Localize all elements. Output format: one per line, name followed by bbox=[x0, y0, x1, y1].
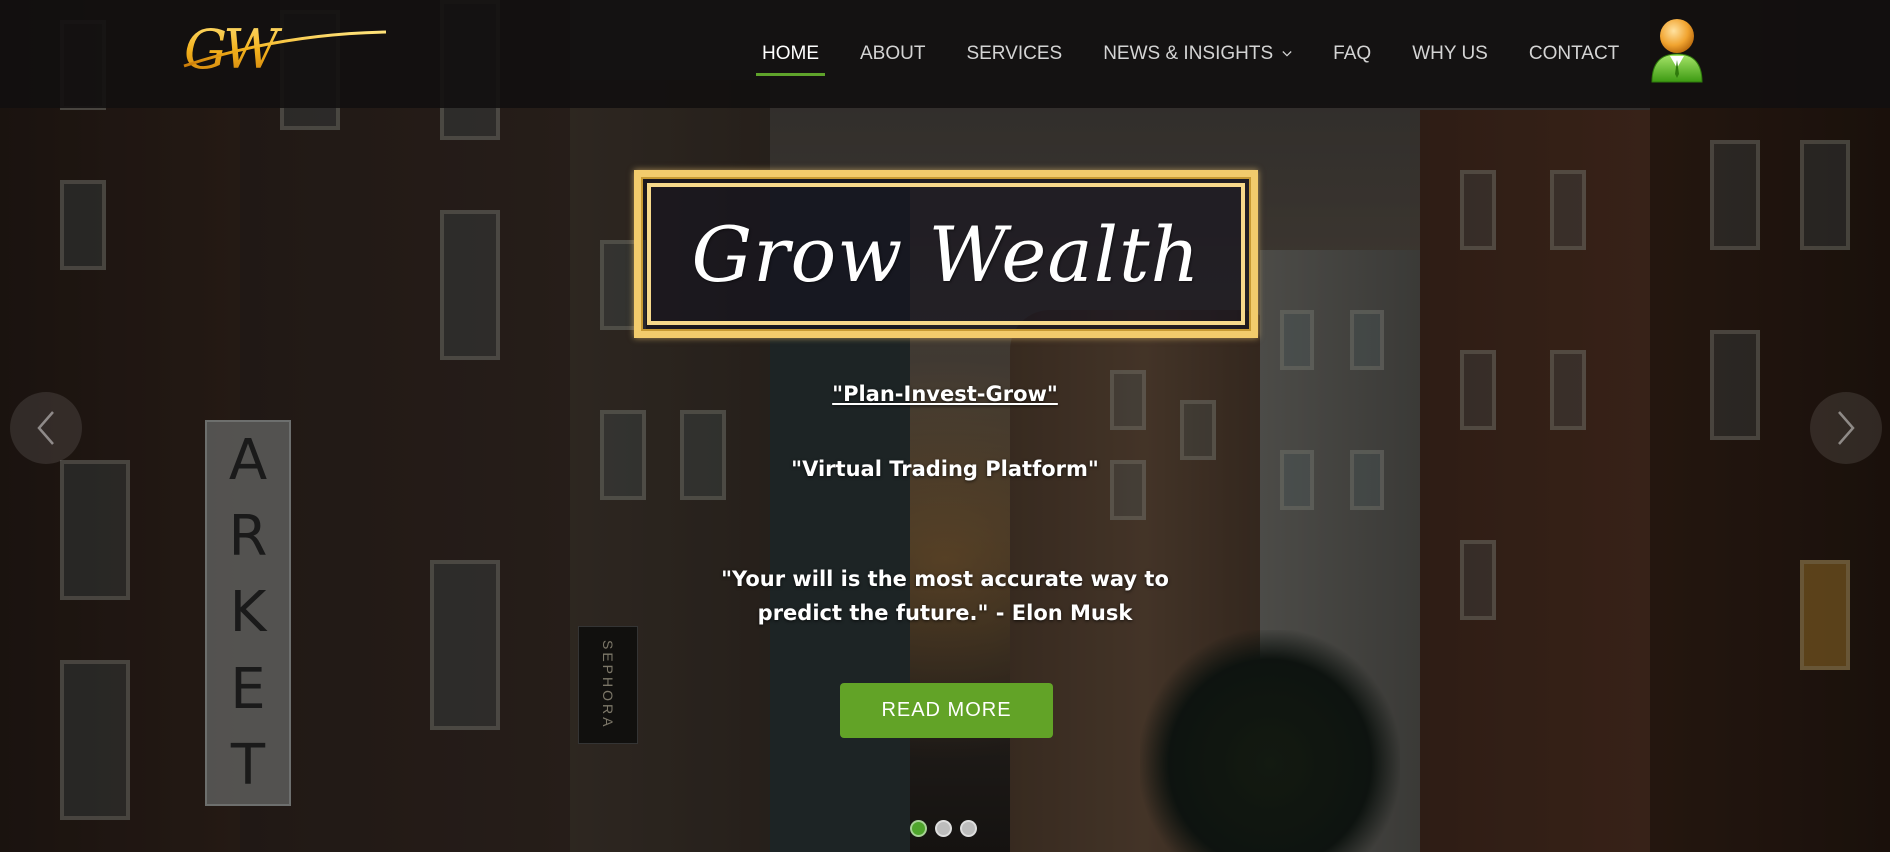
carousel-indicators bbox=[910, 820, 985, 837]
brand-title-frame: Grow Wealth bbox=[634, 170, 1258, 338]
nav-item-faq[interactable]: FAQ bbox=[1333, 0, 1371, 108]
tagline-plan-invest-grow: "Plan-Invest-Grow" bbox=[0, 382, 1890, 406]
user-avatar-icon[interactable] bbox=[1648, 16, 1706, 84]
navbar: GW HOME ABOUT SERVICES NEWS & INSIGHTS F… bbox=[0, 0, 1890, 108]
nav-item-label: WHY US bbox=[1412, 43, 1488, 64]
tagline-virtual-trading: "Virtual Trading Platform" bbox=[791, 457, 1099, 481]
main-nav: HOME ABOUT SERVICES NEWS & INSIGHTS FAQ … bbox=[756, 0, 1660, 108]
carousel-dot-1[interactable] bbox=[910, 820, 927, 837]
nav-item-about[interactable]: ABOUT bbox=[860, 0, 925, 108]
site-logo[interactable]: GW bbox=[180, 26, 390, 78]
nav-item-services[interactable]: SERVICES bbox=[966, 0, 1062, 108]
nav-item-why-us[interactable]: WHY US bbox=[1412, 0, 1488, 108]
nav-item-label: SERVICES bbox=[966, 43, 1063, 64]
tagline-link[interactable]: "Plan-Invest-Grow" bbox=[832, 382, 1058, 406]
nav-item-label: NEWS & INSIGHTS bbox=[1103, 43, 1274, 64]
nav-item-contact[interactable]: CONTACT bbox=[1529, 0, 1619, 108]
chevron-left-icon bbox=[37, 411, 54, 445]
gw-logo-icon: GW bbox=[183, 26, 387, 78]
brand-title: Grow Wealth bbox=[691, 209, 1201, 299]
nav-item-news-insights[interactable]: NEWS & INSIGHTS bbox=[1103, 0, 1292, 108]
nav-item-home[interactable]: HOME bbox=[756, 0, 825, 108]
chevron-right-icon bbox=[1838, 411, 1855, 445]
nav-item-label: CONTACT bbox=[1528, 43, 1620, 64]
read-more-button[interactable]: READ MORE bbox=[840, 683, 1053, 738]
nav-item-label: HOME bbox=[762, 43, 819, 64]
nav-item-label: FAQ bbox=[1333, 43, 1372, 64]
chevron-down-icon bbox=[1282, 51, 1292, 57]
carousel-dot-2[interactable] bbox=[935, 820, 952, 837]
carousel-dot-3[interactable] bbox=[960, 820, 977, 837]
hero-quote: "Your will is the most accurate way to p… bbox=[721, 567, 1169, 625]
nav-item-label: ABOUT bbox=[860, 43, 926, 64]
